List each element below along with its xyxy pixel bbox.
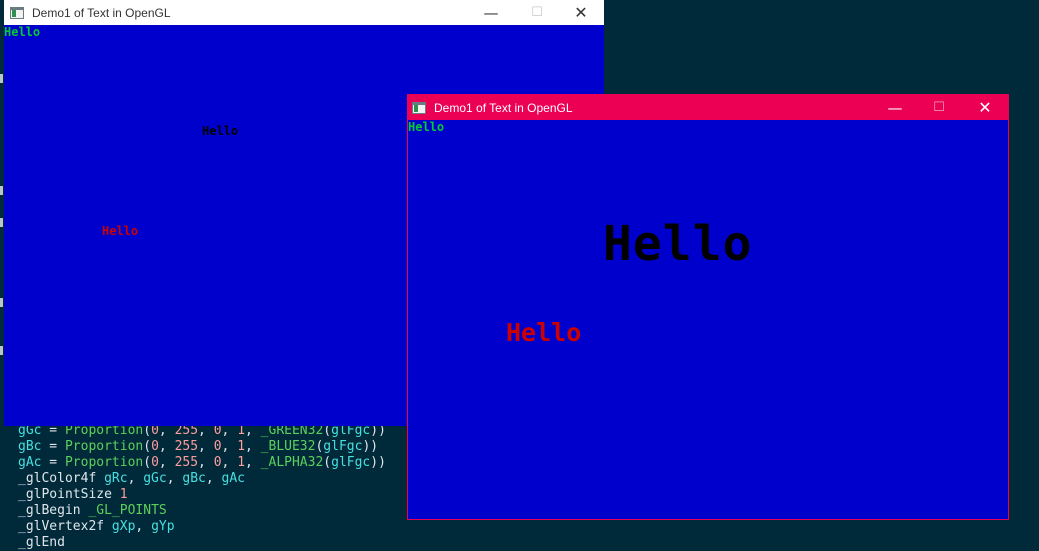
code-token: = [41, 439, 65, 454]
hello-text-red-medium: Hello [506, 318, 582, 347]
code-token: 0 [213, 455, 222, 470]
code-token: , [221, 439, 238, 454]
code-token: , [245, 455, 261, 470]
opengl-canvas[interactable]: Hello Hello Hello [408, 120, 1008, 519]
code-token: _BLUE32 [260, 439, 316, 454]
code-token: = [41, 455, 65, 470]
editor-gutter-mark [0, 298, 3, 307]
editor-gutter-mark [0, 74, 3, 83]
code-token: , [158, 455, 175, 470]
code-line: _glPointSize 1 [18, 487, 386, 503]
code-token: 1 [237, 455, 246, 470]
code-token: 0 [213, 439, 222, 454]
app-icon[interactable] [10, 6, 24, 19]
code-token: Proportion [64, 455, 144, 470]
code-token: , [205, 471, 222, 486]
window-titlebar[interactable]: Demo1 of Text in OpenGL — ☐ ✕ [408, 95, 1008, 120]
code-token: , [166, 471, 183, 486]
code-token: 0 [151, 455, 159, 470]
code-token: Proportion [64, 439, 144, 454]
code-token: _glColor4f [18, 471, 105, 486]
hello-text-black-large: Hello [603, 216, 753, 272]
close-button[interactable]: ✕ [558, 0, 604, 25]
hello-text-green: Hello [4, 25, 41, 39]
code-line: gAc = Proportion(0, 255, 0, 1, _ALPHA32(… [18, 455, 386, 471]
code-token: gYp [151, 519, 175, 534]
opengl-window-active[interactable]: Demo1 of Text in OpenGL — ☐ ✕ Hello Hell… [407, 94, 1009, 520]
code-token: , [221, 455, 238, 470]
code-line: _glBegin _GL_POINTS [18, 503, 386, 519]
code-line: gBc = Proportion(0, 255, 0, 1, _BLUE32(g… [18, 439, 386, 455]
editor-gutter-mark [0, 218, 3, 227]
code-line: _glColor4f gRc, gGc, gBc, gAc [18, 471, 386, 487]
code-token: , [127, 471, 144, 486]
code-token: _glBegin [18, 503, 89, 518]
minimize-button[interactable]: — [872, 95, 918, 120]
code-token: gBc [18, 439, 42, 454]
maximize-button[interactable]: ☐ [916, 95, 962, 120]
code-token: ( [143, 439, 152, 454]
code-token: , [198, 455, 214, 470]
hello-text-green: Hello [408, 120, 445, 134]
code-token: , [135, 519, 152, 534]
close-button[interactable]: ✕ [962, 95, 1008, 120]
code-token: gBc [182, 471, 206, 486]
window-title: Demo1 of Text in OpenGL [32, 5, 171, 20]
minimize-button[interactable]: — [468, 0, 514, 25]
code-editor[interactable]: gGc = Proportion(0, 255, 0, 1, _GREEN32(… [18, 423, 386, 551]
code-token: 1 [237, 439, 246, 454]
code-token: 1 [119, 487, 128, 502]
maximize-button[interactable]: ☐ [514, 0, 560, 25]
window-title: Demo1 of Text in OpenGL [434, 100, 573, 115]
code-token: gAc [221, 471, 245, 486]
code-token: gRc [104, 471, 128, 486]
code-token: gAc [18, 455, 42, 470]
window-titlebar[interactable]: Demo1 of Text in OpenGL — ☐ ✕ [4, 0, 604, 25]
code-token: )) [370, 455, 386, 470]
code-token: )) [362, 439, 379, 454]
code-token: ( [143, 455, 152, 470]
hello-text-black: Hello [202, 124, 239, 138]
app-icon[interactable] [412, 101, 426, 114]
code-token: _GL_POINTS [88, 503, 167, 518]
code-token: _glPointSize [18, 487, 120, 502]
code-token: 255 [174, 455, 199, 470]
code-token: glFgc [331, 455, 371, 470]
hello-text-red: Hello [102, 224, 139, 238]
code-token: glFgc [323, 439, 363, 454]
code-line: _glVertex2f gXp, gYp [18, 519, 386, 535]
editor-gutter-mark [0, 346, 3, 355]
code-token: 255 [174, 439, 199, 454]
code-token: gGc [143, 471, 167, 486]
code-token: ( [323, 455, 332, 470]
code-token: , [198, 439, 214, 454]
code-token: 0 [151, 439, 159, 454]
code-token: _glVertex2f [18, 519, 112, 534]
code-token: _ALPHA32 [260, 455, 324, 470]
code-token: , [158, 439, 175, 454]
editor-gutter-mark [0, 186, 3, 195]
code-token: , [245, 439, 261, 454]
code-token: gXp [111, 519, 136, 534]
code-line: _glEnd [18, 535, 386, 551]
